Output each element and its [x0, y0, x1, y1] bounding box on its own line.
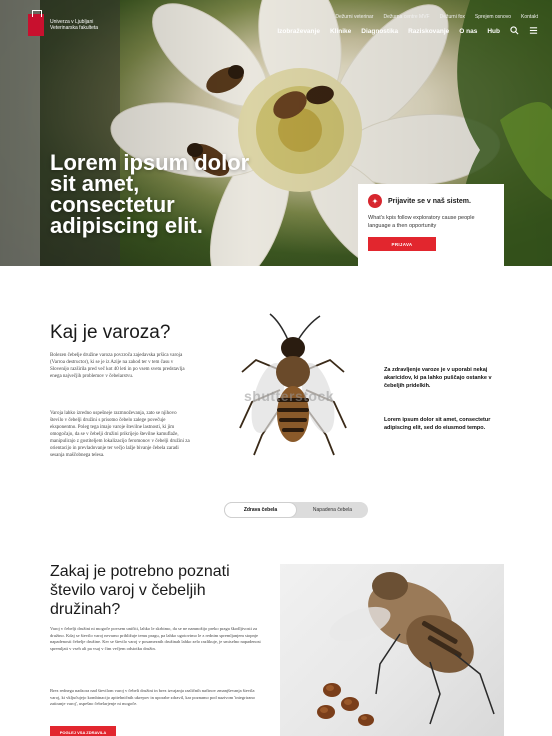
login-button[interactable]: PRIJAVA [368, 237, 436, 251]
nav-izobrazevanje[interactable]: Izobraževanje [277, 28, 320, 35]
university-logo[interactable]: Univerza v Ljubljani Veterinarska fakult… [28, 10, 102, 36]
util-link-1[interactable]: Dežurni veterinar [335, 14, 373, 20]
menu-icon[interactable] [529, 26, 538, 37]
search-icon[interactable] [510, 26, 519, 37]
util-link-3[interactable]: Dežurni fox [440, 14, 465, 20]
logo-text: Univerza v Ljubljani Veterinarska fakult… [50, 19, 99, 31]
login-description: What's kpis follow exploratory cause peo… [368, 215, 475, 229]
hero-title: Lorem ipsum dolor sit amet, consectetur … [50, 150, 250, 238]
login-icon: ✦ [368, 194, 382, 208]
main-nav: Izobraževanje Klinike Diagnostika Razisk… [277, 26, 538, 37]
section2-paragraph-1: Varoj v čebelji družini ni mogoče povsem… [50, 626, 261, 651]
image-watermark: shutterstock [244, 388, 335, 404]
view-medicines-button[interactable]: POGLEJ VSA ZDRAVILA [50, 726, 116, 736]
section-paragraph-1: Bolezen čebelje družine varoza povzroča … [50, 353, 185, 379]
bee-image [222, 310, 362, 460]
toggle-healthy-bee[interactable]: Zdrava čebela [224, 502, 297, 518]
logo-icon [28, 10, 44, 36]
login-title: Prijavite se v naš sistem. [388, 197, 471, 205]
util-link-2[interactable]: Dežurna centre MVF [383, 14, 429, 20]
login-card: ✦ Prijavite se v naš sistem. What's kpis… [358, 184, 504, 266]
nav-klinike[interactable]: Klinike [330, 28, 351, 35]
side-note-1: Za zdravljenje varoze je v uporabi nekaj… [384, 367, 492, 389]
section-title-varoza: Kaj je varoza? [50, 322, 171, 343]
section-paragraph-2: Varoja lahko izredno uspešneje razmnožev… [50, 411, 190, 458]
section-title-stevilo-varoj: Zakaj je potrebno poznati število varoj … [50, 563, 230, 618]
dead-bee-photo [280, 564, 504, 736]
nav-hub[interactable]: Hub [487, 28, 500, 35]
nav-diagnostika[interactable]: Diagnostika [361, 28, 398, 35]
nav-o-nas[interactable]: O nas [459, 28, 477, 35]
section2-paragraph-2: Brez rednega nadzora nad številom varoj … [50, 688, 255, 706]
toggle-infested-bee[interactable]: Napadena čebela [297, 502, 368, 518]
side-note-2: Lorem ipsum dolor sit amet, consectetur … [384, 417, 491, 431]
utility-nav: Dežurni veterinar Dežurna centre MVF Dež… [335, 14, 538, 20]
bee-state-toggle: Zdrava čebela Napadena čebela [224, 502, 368, 518]
nav-raziskovanje[interactable]: Raziskovanje [408, 28, 449, 35]
util-link-4[interactable]: Sprejem osnovo [475, 14, 511, 20]
util-link-5[interactable]: Kontakt [521, 14, 538, 20]
